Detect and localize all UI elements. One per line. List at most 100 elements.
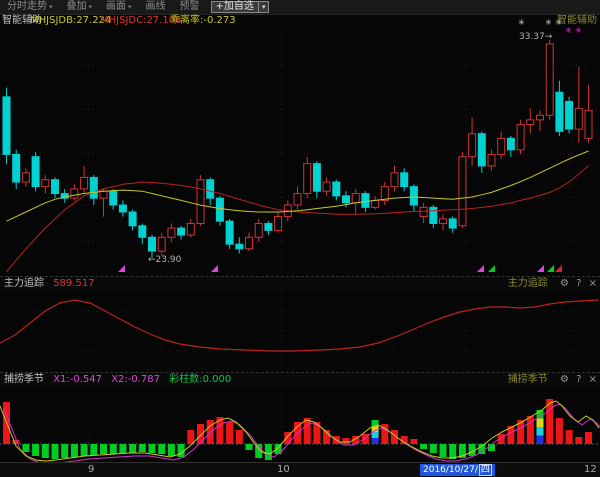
toolbar: 分时走势▾ 叠加▾ 画面▾ 画线 预警 +加自选 ▾ — [0, 0, 600, 15]
axis-tick: 9 — [88, 464, 94, 475]
candle-body — [362, 194, 369, 208]
histogram-bar — [71, 444, 78, 457]
signal-star-icon: ✳ — [565, 27, 572, 35]
candle-body — [81, 177, 88, 189]
histogram-bar — [265, 444, 272, 460]
candle-body — [168, 228, 175, 237]
rainbow-segment — [537, 419, 544, 428]
histogram-bar — [52, 444, 59, 459]
add-to-watchlist-button[interactable]: +加自选 ▾ — [211, 1, 270, 13]
candle-body — [478, 134, 485, 166]
histogram-bar — [90, 444, 97, 455]
histogram-bar — [226, 422, 233, 444]
candle-body — [3, 97, 10, 155]
tab-overlay[interactable]: 叠加▾ — [60, 0, 100, 14]
candle-body — [178, 228, 185, 235]
candle-body — [52, 180, 59, 194]
candle-body — [187, 223, 194, 235]
candle-body — [129, 212, 136, 226]
panel2-title: 主力追踪 — [4, 278, 44, 289]
panel3-right-title: 捕捞季节 — [508, 374, 548, 385]
candle-body — [110, 191, 117, 205]
high-price-label: 33.37→ — [519, 33, 552, 42]
gear-icon[interactable]: ⚙ — [560, 278, 569, 289]
histogram-bar — [110, 444, 117, 454]
histogram-bar — [313, 422, 320, 444]
chevron-down-icon[interactable]: ▾ — [259, 1, 270, 13]
candle-body — [430, 207, 437, 223]
help-icon[interactable]: ? — [576, 374, 581, 385]
histogram-bar — [178, 444, 185, 457]
candle-body — [100, 191, 107, 198]
candle-body — [410, 187, 417, 205]
gear-icon[interactable]: ⚙ — [560, 374, 569, 385]
histogram-bar — [246, 444, 253, 450]
help-icon[interactable]: ? — [576, 278, 581, 289]
rainbow-segment — [372, 432, 379, 438]
candle-body — [90, 177, 97, 198]
tab-alert[interactable]: 预警 — [173, 0, 207, 14]
histogram-bar — [236, 430, 243, 444]
histogram-bar — [187, 430, 194, 444]
candle-body — [372, 200, 379, 207]
histogram-bar — [168, 444, 175, 456]
candle-body — [294, 194, 301, 206]
candle-body — [517, 124, 524, 149]
candle-body — [246, 237, 253, 249]
candle-body — [333, 182, 340, 196]
candle-body — [13, 154, 20, 182]
histogram-bar — [440, 444, 447, 457]
candle-body — [42, 180, 49, 187]
close-icon[interactable]: × — [589, 374, 597, 385]
candle-body — [22, 173, 29, 182]
histogram-bar — [449, 444, 456, 459]
histogram-bar — [32, 444, 39, 456]
candle-body — [226, 221, 233, 244]
candle-body — [381, 187, 388, 201]
axis-tick: 12 — [584, 464, 597, 475]
histogram-bar — [61, 444, 68, 458]
histogram-bar — [119, 444, 126, 453]
candle-body — [401, 173, 408, 187]
main-force-tracking-panel[interactable] — [0, 291, 600, 372]
histogram-bar — [197, 424, 204, 444]
histogram-bar — [575, 437, 582, 444]
histogram-bar — [81, 444, 88, 456]
signal-flag — [555, 265, 562, 272]
signal-star-icon: ✳ — [575, 27, 582, 35]
candle-body — [575, 108, 582, 129]
fishing-season-panel[interactable] — [0, 386, 600, 462]
candle-body — [216, 198, 223, 221]
candle-body — [323, 182, 330, 191]
histogram-bar — [304, 418, 311, 444]
candle-body — [275, 217, 282, 231]
chevron-down-icon: ▾ — [49, 3, 53, 11]
panel3-header: 捕捞季节 X1:-0.547 X2:-0.787 彩柱数:0.000 捕捞季节 … — [0, 372, 600, 387]
signal-flag — [118, 265, 125, 272]
low-price-label: ←23.90 — [148, 256, 181, 265]
main-force-svg — [0, 291, 600, 372]
histogram-bar — [129, 444, 136, 453]
histogram-bar — [158, 444, 165, 454]
candle-body — [566, 101, 573, 129]
candlestick-svg — [0, 28, 600, 276]
signal-flag — [537, 265, 544, 272]
indicator-bias-value: 乖离率:-0.273 — [170, 14, 236, 28]
panel3-colorbar-value: 彩柱数:0.000 — [169, 374, 231, 385]
tab-timeline[interactable]: 分时走势▾ — [0, 0, 60, 14]
panel3-x1-value: X1:-0.547 — [53, 374, 102, 385]
histogram-bar — [100, 444, 107, 454]
histogram-bar — [42, 444, 49, 458]
tab-drawline[interactable]: 画线 — [139, 0, 173, 14]
main-candlestick-chart[interactable] — [0, 28, 600, 276]
panel3-title: 捕捞季节 — [4, 374, 44, 385]
signal-star-icon: ✳ — [518, 19, 525, 27]
candle-body — [71, 189, 78, 198]
candle-body — [236, 244, 243, 249]
close-icon[interactable]: × — [589, 278, 597, 289]
candle-body — [585, 111, 592, 139]
histogram-bar — [556, 418, 563, 444]
rainbow-segment — [372, 438, 379, 444]
signal-star-icon: ✳ — [545, 19, 552, 27]
tab-view[interactable]: 画面▾ — [99, 0, 139, 14]
